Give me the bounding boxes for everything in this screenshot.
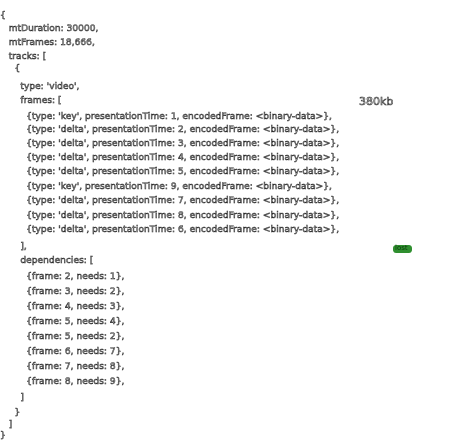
code-listing: { mtDuration: 30000, mtFrames: 18,666, t… — [0, 0, 463, 445]
code-line: } — [0, 431, 6, 442]
code-line: frames: [ — [0, 96, 62, 107]
code-line: {frame: 6, needs: 7}, — [0, 347, 125, 358]
code-line: {type: 'key', presentationTime: 9, encod… — [0, 182, 332, 193]
code-line: { — [0, 64, 21, 75]
lost-marker-label: lost — [395, 244, 408, 252]
code-line: ] — [0, 420, 13, 431]
code-line: {frame: 5, needs: 2}, — [0, 332, 125, 343]
code-line: } — [0, 408, 21, 419]
code-line: {type: 'delta', presentationTime: 4, enc… — [0, 153, 340, 164]
code-line: {type: 'delta', presentationTime: 3, enc… — [0, 139, 340, 150]
code-line: {type: 'delta', presentationTime: 2, enc… — [0, 125, 340, 136]
code-line: {frame: 3, needs: 2}, — [0, 287, 125, 298]
code-line: {frame: 2, needs: 1}, — [0, 272, 125, 283]
code-line: ] — [0, 393, 24, 404]
code-line: {type: 'delta', presentationTime: 6, enc… — [0, 225, 340, 236]
code-line: { — [0, 11, 6, 22]
code-line: mtFrames: 18,666, — [0, 38, 95, 49]
code-line: {frame: 5, needs: 4}, — [0, 317, 125, 328]
code-line: {frame: 7, needs: 8}, — [0, 362, 125, 373]
code-line: ], — [0, 242, 27, 253]
code-line: {frame: 8, needs: 9}, — [0, 377, 125, 388]
code-line: {type: 'delta', presentationTime: 8, enc… — [0, 211, 340, 222]
code-line: {type: 'key', presentationTime: 1, encod… — [0, 112, 332, 123]
code-line: mtDuration: 30000, — [0, 24, 99, 35]
size-annotation: 380kb — [359, 95, 394, 109]
code-line: {frame: 4, needs: 3}, — [0, 302, 125, 313]
code-line: type: 'video', — [0, 82, 80, 93]
code-line: dependencies: [ — [0, 256, 94, 267]
code-line: {type: 'delta', presentationTime: 5, enc… — [0, 167, 340, 178]
code-line: tracks: [ — [0, 52, 47, 63]
code-line: {type: 'delta', presentationTime: 7, enc… — [0, 196, 340, 207]
